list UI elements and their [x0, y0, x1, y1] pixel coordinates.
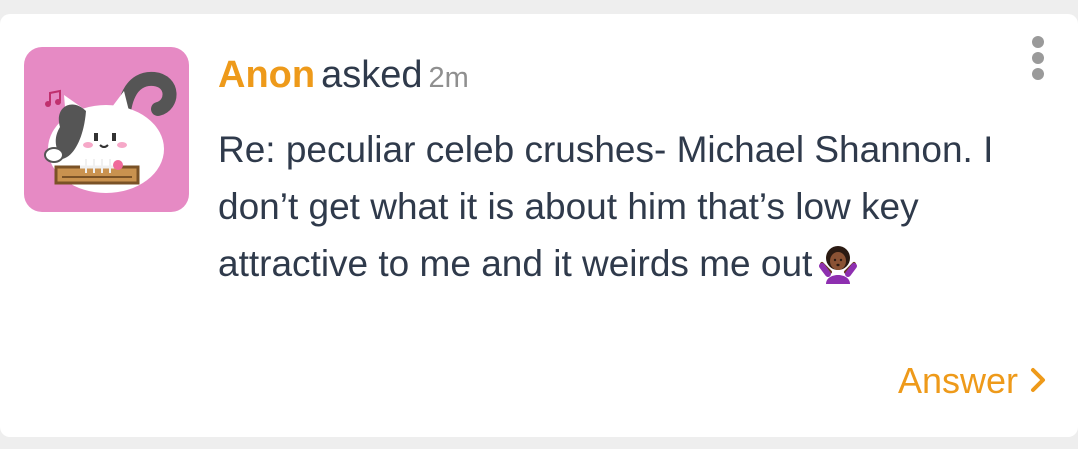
question-body: Re: peculiar celeb crushes- Michael Shan… — [218, 129, 994, 284]
question-header: Anon asked 2m — [218, 52, 469, 101]
more-options-icon[interactable] — [1022, 36, 1054, 80]
person-shrugging-icon — [818, 243, 858, 300]
menu-dot — [1032, 36, 1044, 48]
question-text: Re: peculiar celeb crushes- Michael Shan… — [218, 121, 1038, 300]
answer-label: Answer — [897, 360, 1018, 401]
answer-button[interactable]: Answer — [898, 359, 1046, 403]
menu-dot — [1032, 68, 1044, 80]
author-name[interactable]: Anon — [218, 54, 315, 96]
timestamp: 2m — [428, 62, 469, 94]
chevron-right-icon — [1030, 359, 1046, 403]
cat-avatar-icon[interactable] — [24, 47, 189, 212]
menu-dot — [1032, 52, 1044, 64]
question-card: Anon asked 2m Re: peculiar celeb crushes- … — [0, 14, 1078, 437]
action-verb: asked — [321, 54, 423, 96]
